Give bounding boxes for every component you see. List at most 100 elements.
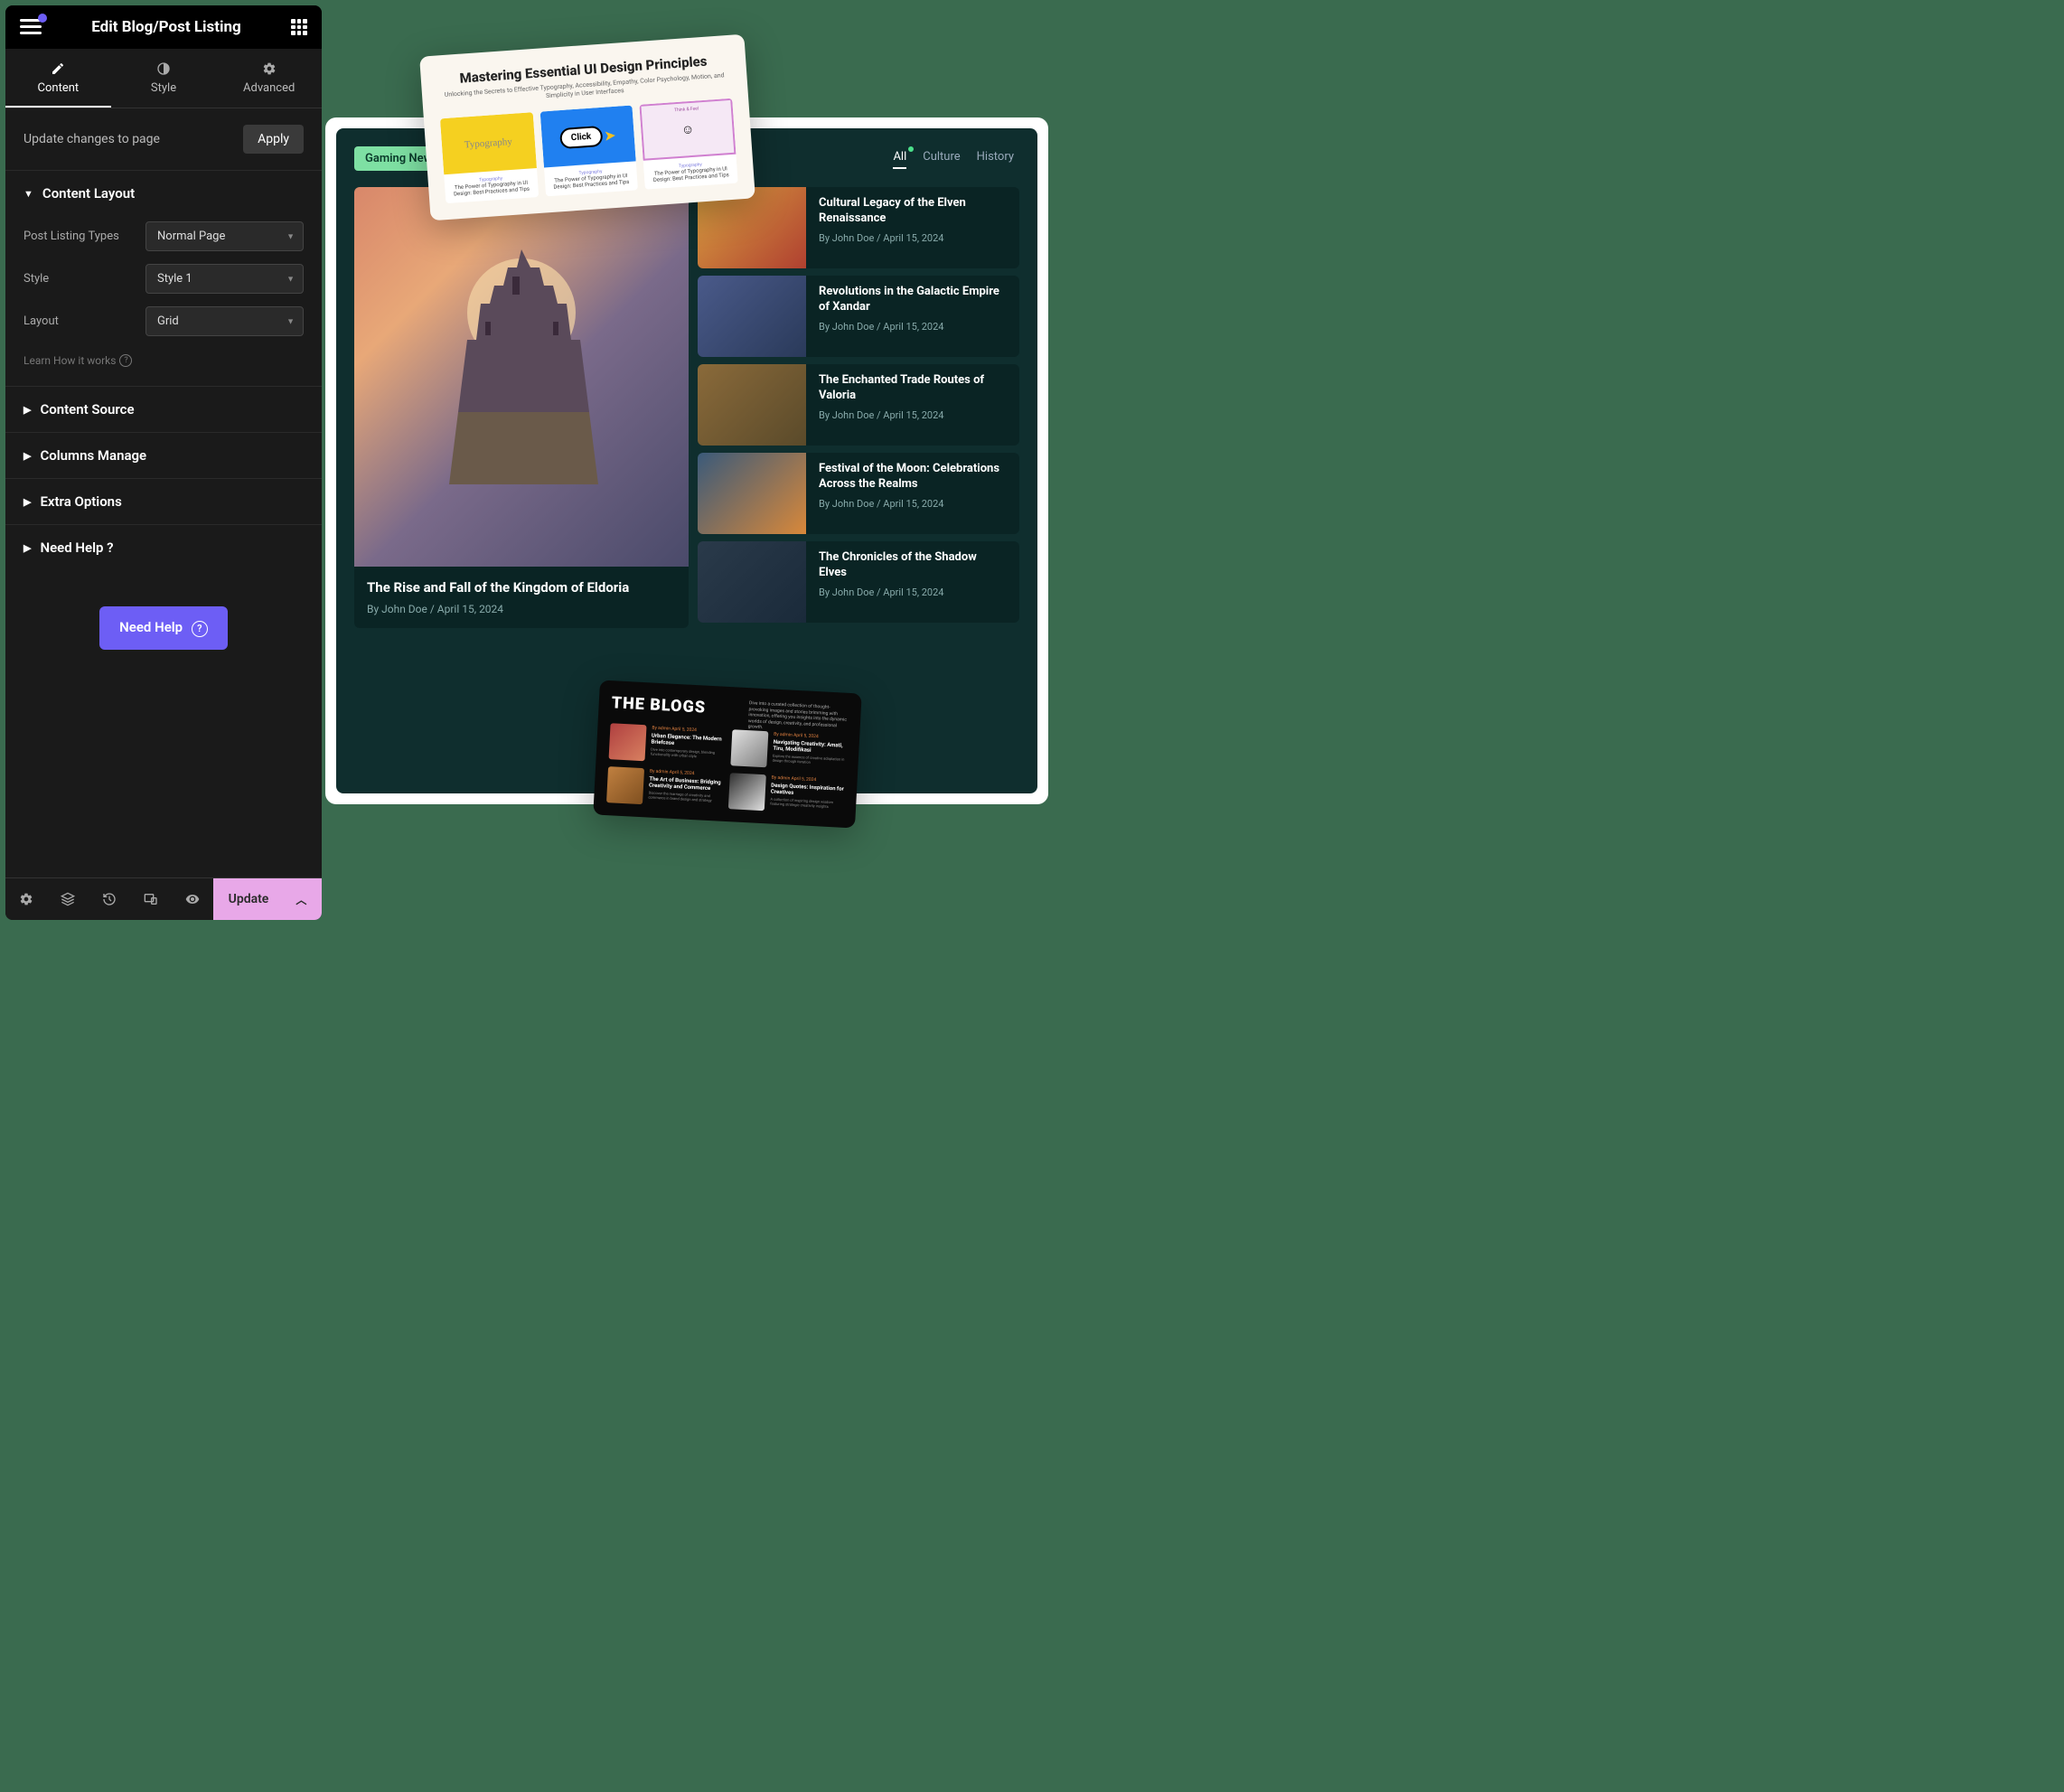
post-meta: By John Doe / April 15, 2024 bbox=[354, 603, 689, 615]
mini-card[interactable]: Typography TypographyThe Power of Typogr… bbox=[440, 112, 539, 203]
section-title: Need Help ? bbox=[40, 539, 113, 556]
update-button[interactable]: Update ︿ bbox=[213, 878, 322, 920]
mini-image: Typography bbox=[440, 112, 537, 174]
select-style[interactable]: Style 1 bbox=[145, 264, 304, 294]
form-label: Style bbox=[23, 272, 145, 286]
panel-body: Update changes to page Apply Content Lay… bbox=[5, 108, 322, 877]
tab-style[interactable]: Style bbox=[111, 49, 217, 108]
post-thumbnail bbox=[698, 453, 806, 534]
panel-title: Edit Blog/Post Listing bbox=[42, 18, 291, 36]
tab-content[interactable]: Content bbox=[5, 49, 111, 108]
main-post[interactable]: The Rise and Fall of the Kingdom of Eldo… bbox=[354, 187, 689, 628]
mini-image: Click➤ bbox=[539, 106, 636, 168]
post-text: Cultural Legacy of the Elven Renaissance… bbox=[806, 187, 1019, 268]
post-thumbnail bbox=[698, 541, 806, 623]
filter-history[interactable]: History bbox=[977, 150, 1014, 169]
post-text: The Chronicles of the Shadow Elves By Jo… bbox=[806, 541, 1019, 623]
section-title: Content Source bbox=[40, 401, 134, 418]
list-item[interactable]: By admin April 5, 2024The Art of Busines… bbox=[606, 766, 723, 809]
post-title: The Rise and Fall of the Kingdom of Eldo… bbox=[354, 567, 689, 603]
section-content: Post Listing Types Normal Page Style Sty… bbox=[5, 216, 322, 386]
select-layout[interactable]: Grid bbox=[145, 306, 304, 336]
section-header-need-help[interactable]: Need Help ? bbox=[5, 525, 322, 570]
section-header-content-layout[interactable]: Content Layout bbox=[5, 171, 322, 216]
section-extra-options: Extra Options bbox=[5, 478, 322, 524]
update-text: Update changes to page bbox=[23, 132, 160, 146]
row-style: Style Style 1 bbox=[23, 264, 304, 294]
need-help-button[interactable]: Need Help ? bbox=[99, 606, 228, 650]
post-meta: By John Doe / April 15, 2024 bbox=[819, 498, 1007, 510]
layers-icon[interactable] bbox=[47, 878, 89, 920]
tab-label: Content bbox=[38, 81, 80, 95]
responsive-icon[interactable] bbox=[130, 878, 172, 920]
list-item[interactable]: By admin April 5, 2024Navigating Creativ… bbox=[730, 729, 847, 772]
select-post-listing-types[interactable]: Normal Page bbox=[145, 221, 304, 251]
editor-sidebar: Edit Blog/Post Listing Content Style Adv… bbox=[5, 5, 322, 920]
post-title: Festival of the Moon: Celebrations Acros… bbox=[819, 462, 1007, 493]
notification-dot-icon bbox=[38, 14, 47, 23]
section-header-columns-manage[interactable]: Columns Manage bbox=[5, 433, 322, 478]
apps-grid-icon[interactable] bbox=[291, 19, 307, 35]
settings-icon[interactable] bbox=[5, 878, 47, 920]
demo-card-blogs: THE BLOGS Dive into a curated collection… bbox=[593, 680, 861, 829]
caret-right-icon bbox=[23, 404, 31, 416]
post-image bbox=[354, 187, 689, 567]
sidebar-header: Edit Blog/Post Listing bbox=[5, 5, 322, 49]
post-meta: By John Doe / April 15, 2024 bbox=[819, 409, 1007, 421]
section-content-layout: Content Layout Post Listing Types Normal… bbox=[5, 170, 322, 386]
learn-text: Learn How it works bbox=[23, 354, 116, 367]
tab-advanced[interactable]: Advanced bbox=[216, 49, 322, 108]
section-title: Columns Manage bbox=[40, 447, 146, 464]
preview-icon[interactable] bbox=[172, 878, 213, 920]
apply-button[interactable]: Apply bbox=[243, 125, 304, 154]
list-item[interactable]: By admin April 5, 2024Urban Elegance: Th… bbox=[609, 723, 726, 765]
list-item[interactable]: By admin April 5, 2024Design Quotes: Ins… bbox=[728, 773, 845, 815]
section-header-content-source[interactable]: Content Source bbox=[5, 387, 322, 432]
blog-text: By admin April 5, 2024Design Quotes: Ins… bbox=[770, 775, 845, 815]
section-need-help: Need Help ? bbox=[5, 524, 322, 570]
filter-tabs: All Culture History bbox=[893, 150, 1014, 169]
section-header-extra-options[interactable]: Extra Options bbox=[5, 479, 322, 524]
list-item[interactable]: Festival of the Moon: Celebrations Acros… bbox=[698, 453, 1019, 534]
select-wrap: Style 1 bbox=[145, 264, 304, 294]
gear-icon bbox=[262, 61, 277, 76]
bottom-bar: Update ︿ bbox=[5, 877, 322, 920]
filter-culture[interactable]: Culture bbox=[923, 150, 960, 169]
post-thumbnail bbox=[698, 276, 806, 357]
post-text: Revolutions in the Galactic Empire of Xa… bbox=[806, 276, 1019, 357]
section-title: Extra Options bbox=[40, 493, 121, 510]
list-item[interactable]: Revolutions in the Galactic Empire of Xa… bbox=[698, 276, 1019, 357]
update-label: Update bbox=[229, 892, 269, 906]
list-item[interactable]: The Enchanted Trade Routes of Valoria By… bbox=[698, 364, 1019, 446]
post-thumbnail bbox=[698, 364, 806, 446]
editor-tabs: Content Style Advanced bbox=[5, 49, 322, 108]
blog-thumbnail bbox=[730, 729, 768, 767]
blog-thumbnail bbox=[606, 766, 644, 804]
section-content-source: Content Source bbox=[5, 386, 322, 432]
section-columns-manage: Columns Manage bbox=[5, 432, 322, 478]
contrast-icon bbox=[156, 61, 171, 76]
menu-icon[interactable] bbox=[20, 19, 42, 35]
blog-thumbnail bbox=[609, 723, 647, 761]
history-icon[interactable] bbox=[89, 878, 130, 920]
form-label: Post Listing Types bbox=[23, 230, 145, 243]
mini-image: Think & Feel☺ bbox=[640, 99, 736, 161]
mini-text: TypographyThe Power of Typography in UI … bbox=[544, 162, 639, 197]
mini-card[interactable]: Click➤ TypographyThe Power of Typography… bbox=[539, 106, 638, 197]
list-item[interactable]: Cultural Legacy of the Elven Renaissance… bbox=[698, 187, 1019, 268]
tab-label: Style bbox=[151, 81, 176, 95]
post-text: Festival of the Moon: Celebrations Acros… bbox=[806, 453, 1019, 534]
row-layout: Layout Grid bbox=[23, 306, 304, 336]
blog-text: By admin April 5, 2024Navigating Creativ… bbox=[772, 732, 847, 772]
list-item[interactable]: The Chronicles of the Shadow Elves By Jo… bbox=[698, 541, 1019, 623]
form-label: Layout bbox=[23, 314, 145, 328]
castle-illustration bbox=[422, 231, 621, 484]
filter-all[interactable]: All bbox=[893, 150, 906, 169]
learn-link[interactable]: Learn How it works ? bbox=[23, 354, 132, 367]
need-help-label: Need Help bbox=[119, 619, 183, 635]
posts-grid: The Rise and Fall of the Kingdom of Eldo… bbox=[354, 187, 1019, 628]
mini-text: TypographyThe Power of Typography in UI … bbox=[444, 168, 539, 203]
blog-grid: By admin April 5, 2024Urban Elegance: Th… bbox=[606, 723, 847, 815]
mini-card[interactable]: Think & Feel☺ TypographyThe Power of Typ… bbox=[640, 99, 738, 190]
blog-text: By admin April 5, 2024Urban Elegance: Th… bbox=[650, 726, 725, 765]
